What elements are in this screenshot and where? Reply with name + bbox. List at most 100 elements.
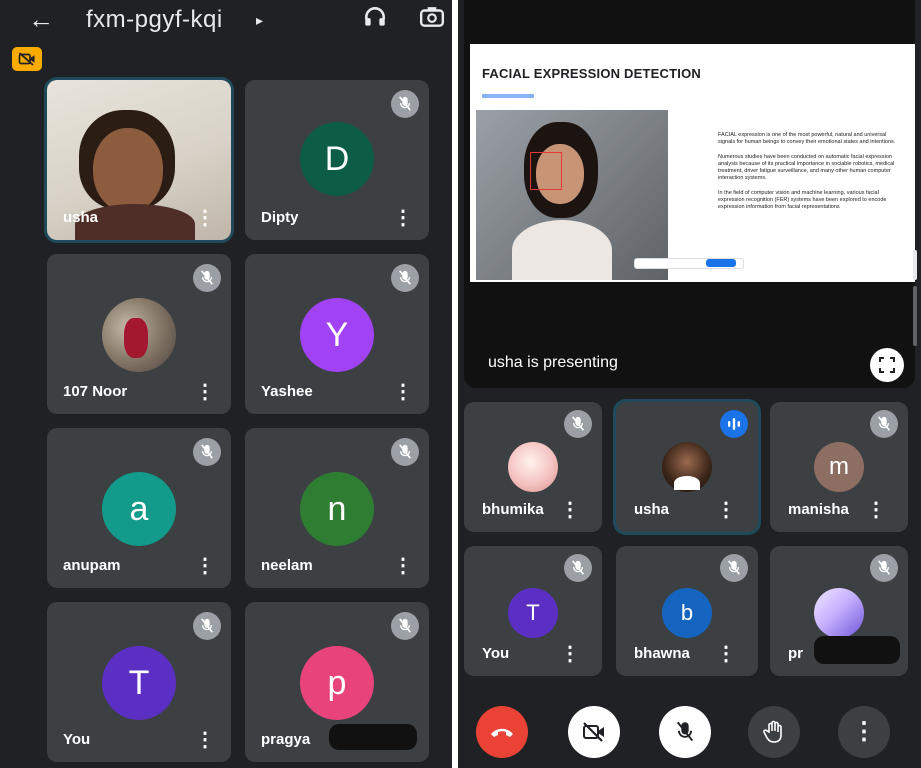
participant-name: neelam [261,557,313,574]
meeting-code[interactable]: fxm-pgyf-kqi [86,6,223,34]
participant-tile-bhawna[interactable]: b bhawna ⋮ [616,546,758,676]
raise-hand-button[interactable] [748,706,800,758]
slide-paragraph: FACIAL expression is one of the most pow… [718,132,896,145]
participant-name: pragya [261,731,311,748]
more-options-icon[interactable]: ⋮ [866,500,886,520]
avatar: D [300,122,374,196]
more-options-icon[interactable]: ⋮ [716,644,736,664]
mic-off-icon [564,410,592,438]
participant-name: You [63,731,91,748]
participant-tile-usha[interactable]: usha ⋮ [47,80,231,240]
avatar: a [102,472,176,546]
participant-name: Yashee [261,383,313,400]
avatar-initial: m [829,453,849,480]
mic-off-button[interactable] [659,706,711,758]
avatar: m [814,442,864,492]
avatar-initial: Y [325,315,349,354]
back-arrow-icon[interactable]: ← [28,4,54,35]
mic-off-icon [193,612,221,640]
more-options-icon[interactable]: ⋮ [195,730,215,750]
slide-text: FACIAL expression is one of the most pow… [718,132,904,211]
avatar-initial: T [526,600,540,625]
shoulders-shape [512,220,612,280]
more-options-icon[interactable]: ⋮ [195,382,215,402]
more-options-icon[interactable]: ⋮ [560,644,580,664]
avatar-initial: p [327,663,347,702]
participant-name: bhumika [482,501,544,518]
presenting-label: usha is presenting [488,354,618,371]
participant-name: usha [634,501,670,518]
more-options-button[interactable]: ⋮ [838,706,890,758]
avatar-photo [508,442,558,492]
more-options-icon[interactable]: ⋮ [716,500,736,520]
mic-off-icon [193,264,221,292]
mic-off-icon [870,554,898,582]
end-call-button[interactable] [476,706,528,758]
participant-tile-dipty[interactable]: D Dipty ⋮ [245,80,429,240]
avatar: T [508,588,558,638]
slide-photo [476,110,668,280]
presentation-area[interactable]: FACIAL EXPRESSION DETECTION FACIAL expre… [464,0,915,388]
participant-name: manisha [788,501,849,518]
shirt-shape [674,476,700,490]
avatar: n [300,472,374,546]
redaction-mark [329,724,417,750]
scrollbar-thumb[interactable] [913,250,917,280]
participant-tile-anupam[interactable]: a anupam ⋮ [47,428,231,588]
redaction-mark [814,636,900,664]
participant-tile-bhumika[interactable]: bhumika ⋮ [464,402,602,532]
participant-tile-usha-speaking[interactable]: usha ⋮ [616,402,758,532]
video-off-button[interactable] [568,706,620,758]
right-screen: FACIAL EXPRESSION DETECTION FACIAL expre… [458,0,921,768]
mic-off-icon [391,90,419,118]
mic-off-icon [193,438,221,466]
participant-name: You [482,645,510,662]
participant-tile-noor[interactable]: 107 Noor ⋮ [47,254,231,414]
switch-camera-icon[interactable] [418,4,446,35]
avatar-initial: n [327,489,347,528]
avatar: T [102,646,176,720]
more-options-icon[interactable]: ⋮ [195,208,215,228]
more-options-icon[interactable]: ⋮ [393,208,413,228]
avatar-initial: b [680,600,694,625]
detection-box [530,152,562,190]
camera-off-icon[interactable] [12,47,42,71]
participant-name: usha [63,209,99,226]
participant-tile-manisha[interactable]: m manisha ⋮ [770,402,908,532]
participant-tile-pr[interactable]: pr [770,546,908,676]
avatar-initial: D [324,139,350,178]
title-underline [482,94,534,98]
avatar-photo [662,442,712,492]
participant-name: pr [788,645,803,662]
more-options-icon[interactable]: ⋮ [195,556,215,576]
participant-tile-yashee[interactable]: Y Yashee ⋮ [245,254,429,414]
avatar-photo [814,588,864,638]
mic-off-icon [870,410,898,438]
participant-tile-pragya[interactable]: p pragya [245,602,429,762]
fullscreen-icon[interactable] [870,348,904,382]
left-screen: ← fxm-pgyf-kqi ▸ usha ⋮ D Dipty ⋮ 107 No… [0,0,452,768]
more-options-icon[interactable]: ⋮ [560,500,580,520]
participant-name: anupam [63,557,121,574]
participant-tile-neelam[interactable]: n neelam ⋮ [245,428,429,588]
mic-off-icon [391,264,419,292]
slide-paragraph: In the field of computer vision and mach… [718,190,887,210]
participant-tile-you[interactable]: T You ⋮ [47,602,231,762]
participant-tile-you[interactable]: T You ⋮ [464,546,602,676]
mic-off-icon [564,554,592,582]
avatar-initial: T [128,663,150,702]
mic-off-icon [720,554,748,582]
chevron-right-icon[interactable]: ▸ [256,12,263,29]
speaking-icon [720,410,748,438]
avatar: p [300,646,374,720]
more-options-icon[interactable]: ⋮ [393,556,413,576]
face-shape [93,128,163,212]
more-options-icon[interactable]: ⋮ [393,382,413,402]
avatar: Y [300,298,374,372]
headphones-icon[interactable] [362,4,388,35]
avatar: b [662,588,712,638]
more-icon: ⋮ [852,718,876,745]
scrollbar-track[interactable] [913,286,917,346]
avatar-initial: a [129,489,149,528]
top-bar: ← fxm-pgyf-kqi ▸ [0,0,452,44]
